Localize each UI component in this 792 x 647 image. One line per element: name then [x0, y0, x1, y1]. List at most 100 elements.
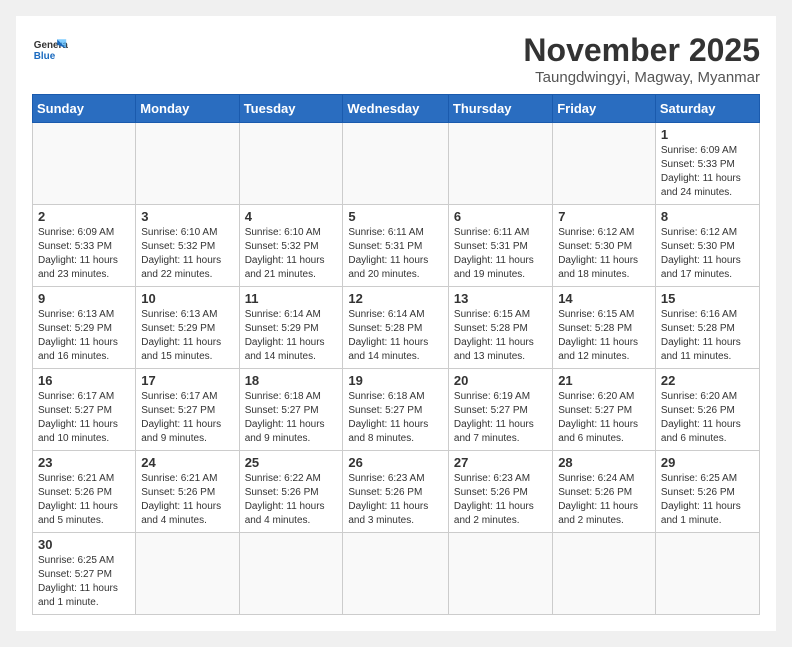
cell-daylight-text: Sunrise: 6:14 AM Sunset: 5:28 PM Dayligh…	[348, 308, 443, 364]
calendar-cell: 20Sunrise: 6:19 AM Sunset: 5:27 PM Dayli…	[448, 369, 552, 451]
day-number: 10	[141, 291, 233, 306]
week-row-6: 30Sunrise: 6:25 AM Sunset: 5:27 PM Dayli…	[33, 533, 760, 615]
day-number: 19	[348, 373, 443, 388]
cell-daylight-text: Sunrise: 6:21 AM Sunset: 5:26 PM Dayligh…	[141, 472, 233, 528]
week-row-1: 1Sunrise: 6:09 AM Sunset: 5:33 PM Daylig…	[33, 123, 760, 205]
week-row-2: 2Sunrise: 6:09 AM Sunset: 5:33 PM Daylig…	[33, 205, 760, 287]
day-number: 25	[245, 455, 338, 470]
calendar-cell	[343, 123, 449, 205]
calendar-cell: 5 Sunrise: 6:11 AM Sunset: 5:31 PM Daylig…	[343, 205, 449, 287]
weekday-header-row: SundayMondayTuesdayWednesdayThursdayFrid…	[33, 95, 760, 123]
calendar-cell: 18Sunrise: 6:18 AM Sunset: 5:27 PM Dayli…	[239, 369, 343, 451]
calendar: SundayMondayTuesdayWednesdayThursdayFrid…	[32, 94, 760, 615]
calendar-cell: 13 Sunrise: 6:15 AM Sunset: 5:28 PM Dayli…	[448, 287, 552, 369]
day-number: 27	[454, 455, 547, 470]
header: General Blue November 2025 Taungdwingyi,…	[32, 32, 760, 86]
cell-daylight-text: Sunrise: 6:15 AM Sunset: 5:28 PM Dayligh…	[454, 308, 547, 364]
calendar-cell: 30Sunrise: 6:25 AM Sunset: 5:27 PM Dayli…	[33, 533, 136, 615]
cell-daylight-text: Sunrise: 6:17 AM Sunset: 5:27 PM Dayligh…	[38, 390, 130, 446]
calendar-cell: 25 Sunrise: 6:22 AM Sunset: 5:26 PM Dayli…	[239, 451, 343, 533]
weekday-header-friday: Friday	[553, 95, 656, 123]
day-number: 16	[38, 373, 130, 388]
svg-text:Blue: Blue	[34, 51, 56, 62]
calendar-cell	[655, 533, 759, 615]
calendar-cell: 1Sunrise: 6:09 AM Sunset: 5:33 PM Daylig…	[655, 123, 759, 205]
cell-daylight-text: Sunrise: 6:22 AM Sunset: 5:26 PM Dayligh…	[245, 472, 338, 528]
cell-daylight-text: Sunrise: 6:10 AM Sunset: 5:32 PM Dayligh…	[245, 226, 338, 282]
week-row-4: 16 Sunrise: 6:17 AM Sunset: 5:27 PM Dayli…	[33, 369, 760, 451]
day-number: 17	[141, 373, 233, 388]
cell-daylight-text: Sunrise: 6:23 AM Sunset: 5:26 PM Dayligh…	[348, 472, 443, 528]
location: Taungdwingyi, Magway, Myanmar	[523, 69, 760, 86]
calendar-cell: 2Sunrise: 6:09 AM Sunset: 5:33 PM Daylig…	[33, 205, 136, 287]
cell-daylight-text: Sunrise: 6:21 AM Sunset: 5:26 PM Dayligh…	[38, 472, 130, 528]
weekday-header-thursday: Thursday	[448, 95, 552, 123]
cell-daylight-text: Sunrise: 6:11 AM Sunset: 5:31 PM Dayligh…	[348, 226, 443, 282]
cell-daylight-text: Sunrise: 6:17 AM Sunset: 5:27 PM Dayligh…	[141, 390, 233, 446]
week-row-5: 23Sunrise: 6:21 AM Sunset: 5:26 PM Dayli…	[33, 451, 760, 533]
calendar-cell	[239, 123, 343, 205]
calendar-cell: 12 Sunrise: 6:14 AM Sunset: 5:28 PM Dayli…	[343, 287, 449, 369]
calendar-cell: 28Sunrise: 6:24 AM Sunset: 5:26 PM Dayli…	[553, 451, 656, 533]
calendar-cell	[553, 123, 656, 205]
calendar-cell: 17 Sunrise: 6:17 AM Sunset: 5:27 PM Dayli…	[136, 369, 239, 451]
calendar-cell	[553, 533, 656, 615]
month-title: November 2025	[523, 32, 760, 69]
page: General Blue November 2025 Taungdwingyi,…	[16, 16, 776, 631]
calendar-cell: 14Sunrise: 6:15 AM Sunset: 5:28 PM Dayli…	[553, 287, 656, 369]
day-number: 22	[661, 373, 754, 388]
calendar-cell: 29 Sunrise: 6:25 AM Sunset: 5:26 PM Dayli…	[655, 451, 759, 533]
day-number: 13	[454, 291, 547, 306]
day-number: 20	[454, 373, 547, 388]
calendar-cell: 23Sunrise: 6:21 AM Sunset: 5:26 PM Dayli…	[33, 451, 136, 533]
day-number: 2	[38, 209, 130, 224]
cell-daylight-text: Sunrise: 6:20 AM Sunset: 5:26 PM Dayligh…	[661, 390, 754, 446]
calendar-cell: 19 Sunrise: 6:18 AM Sunset: 5:27 PM Dayli…	[343, 369, 449, 451]
calendar-cell	[343, 533, 449, 615]
calendar-cell: 11Sunrise: 6:14 AM Sunset: 5:29 PM Dayli…	[239, 287, 343, 369]
cell-daylight-text: Sunrise: 6:13 AM Sunset: 5:29 PM Dayligh…	[141, 308, 233, 364]
calendar-cell	[448, 533, 552, 615]
title-block: November 2025 Taungdwingyi, Magway, Myan…	[523, 32, 760, 86]
calendar-cell: 27 Sunrise: 6:23 AM Sunset: 5:26 PM Dayli…	[448, 451, 552, 533]
cell-daylight-text: Sunrise: 6:11 AM Sunset: 5:31 PM Dayligh…	[454, 226, 547, 282]
day-number: 12	[348, 291, 443, 306]
calendar-cell	[448, 123, 552, 205]
cell-daylight-text: Sunrise: 6:12 AM Sunset: 5:30 PM Dayligh…	[558, 226, 650, 282]
day-number: 18	[245, 373, 338, 388]
day-number: 1	[661, 127, 754, 142]
day-number: 15	[661, 291, 754, 306]
day-number: 28	[558, 455, 650, 470]
weekday-header-tuesday: Tuesday	[239, 95, 343, 123]
calendar-cell: 6 Sunrise: 6:11 AM Sunset: 5:31 PM Daylig…	[448, 205, 552, 287]
calendar-cell: 21Sunrise: 6:20 AM Sunset: 5:27 PM Dayli…	[553, 369, 656, 451]
cell-daylight-text: Sunrise: 6:10 AM Sunset: 5:32 PM Dayligh…	[141, 226, 233, 282]
calendar-cell: 15 Sunrise: 6:16 AM Sunset: 5:28 PM Dayli…	[655, 287, 759, 369]
day-number: 29	[661, 455, 754, 470]
calendar-cell: 10 Sunrise: 6:13 AM Sunset: 5:29 PM Dayli…	[136, 287, 239, 369]
day-number: 9	[38, 291, 130, 306]
calendar-cell: 7Sunrise: 6:12 AM Sunset: 5:30 PM Daylig…	[553, 205, 656, 287]
cell-daylight-text: Sunrise: 6:13 AM Sunset: 5:29 PM Dayligh…	[38, 308, 130, 364]
logo-icon: General Blue	[32, 32, 68, 68]
calendar-cell: 16 Sunrise: 6:17 AM Sunset: 5:27 PM Dayli…	[33, 369, 136, 451]
calendar-cell: 3Sunrise: 6:10 AM Sunset: 5:32 PM Daylig…	[136, 205, 239, 287]
weekday-header-monday: Monday	[136, 95, 239, 123]
day-number: 5	[348, 209, 443, 224]
cell-daylight-text: Sunrise: 6:20 AM Sunset: 5:27 PM Dayligh…	[558, 390, 650, 446]
calendar-cell: 22 Sunrise: 6:20 AM Sunset: 5:26 PM Dayli…	[655, 369, 759, 451]
day-number: 11	[245, 291, 338, 306]
day-number: 30	[38, 537, 130, 552]
calendar-cell	[136, 533, 239, 615]
cell-daylight-text: Sunrise: 6:16 AM Sunset: 5:28 PM Dayligh…	[661, 308, 754, 364]
day-number: 26	[348, 455, 443, 470]
day-number: 8	[661, 209, 754, 224]
day-number: 6	[454, 209, 547, 224]
weekday-header-sunday: Sunday	[33, 95, 136, 123]
logo: General Blue	[32, 32, 68, 68]
cell-daylight-text: Sunrise: 6:18 AM Sunset: 5:27 PM Dayligh…	[348, 390, 443, 446]
calendar-cell	[33, 123, 136, 205]
weekday-header-saturday: Saturday	[655, 95, 759, 123]
cell-daylight-text: Sunrise: 6:25 AM Sunset: 5:26 PM Dayligh…	[661, 472, 754, 528]
cell-daylight-text: Sunrise: 6:23 AM Sunset: 5:26 PM Dayligh…	[454, 472, 547, 528]
